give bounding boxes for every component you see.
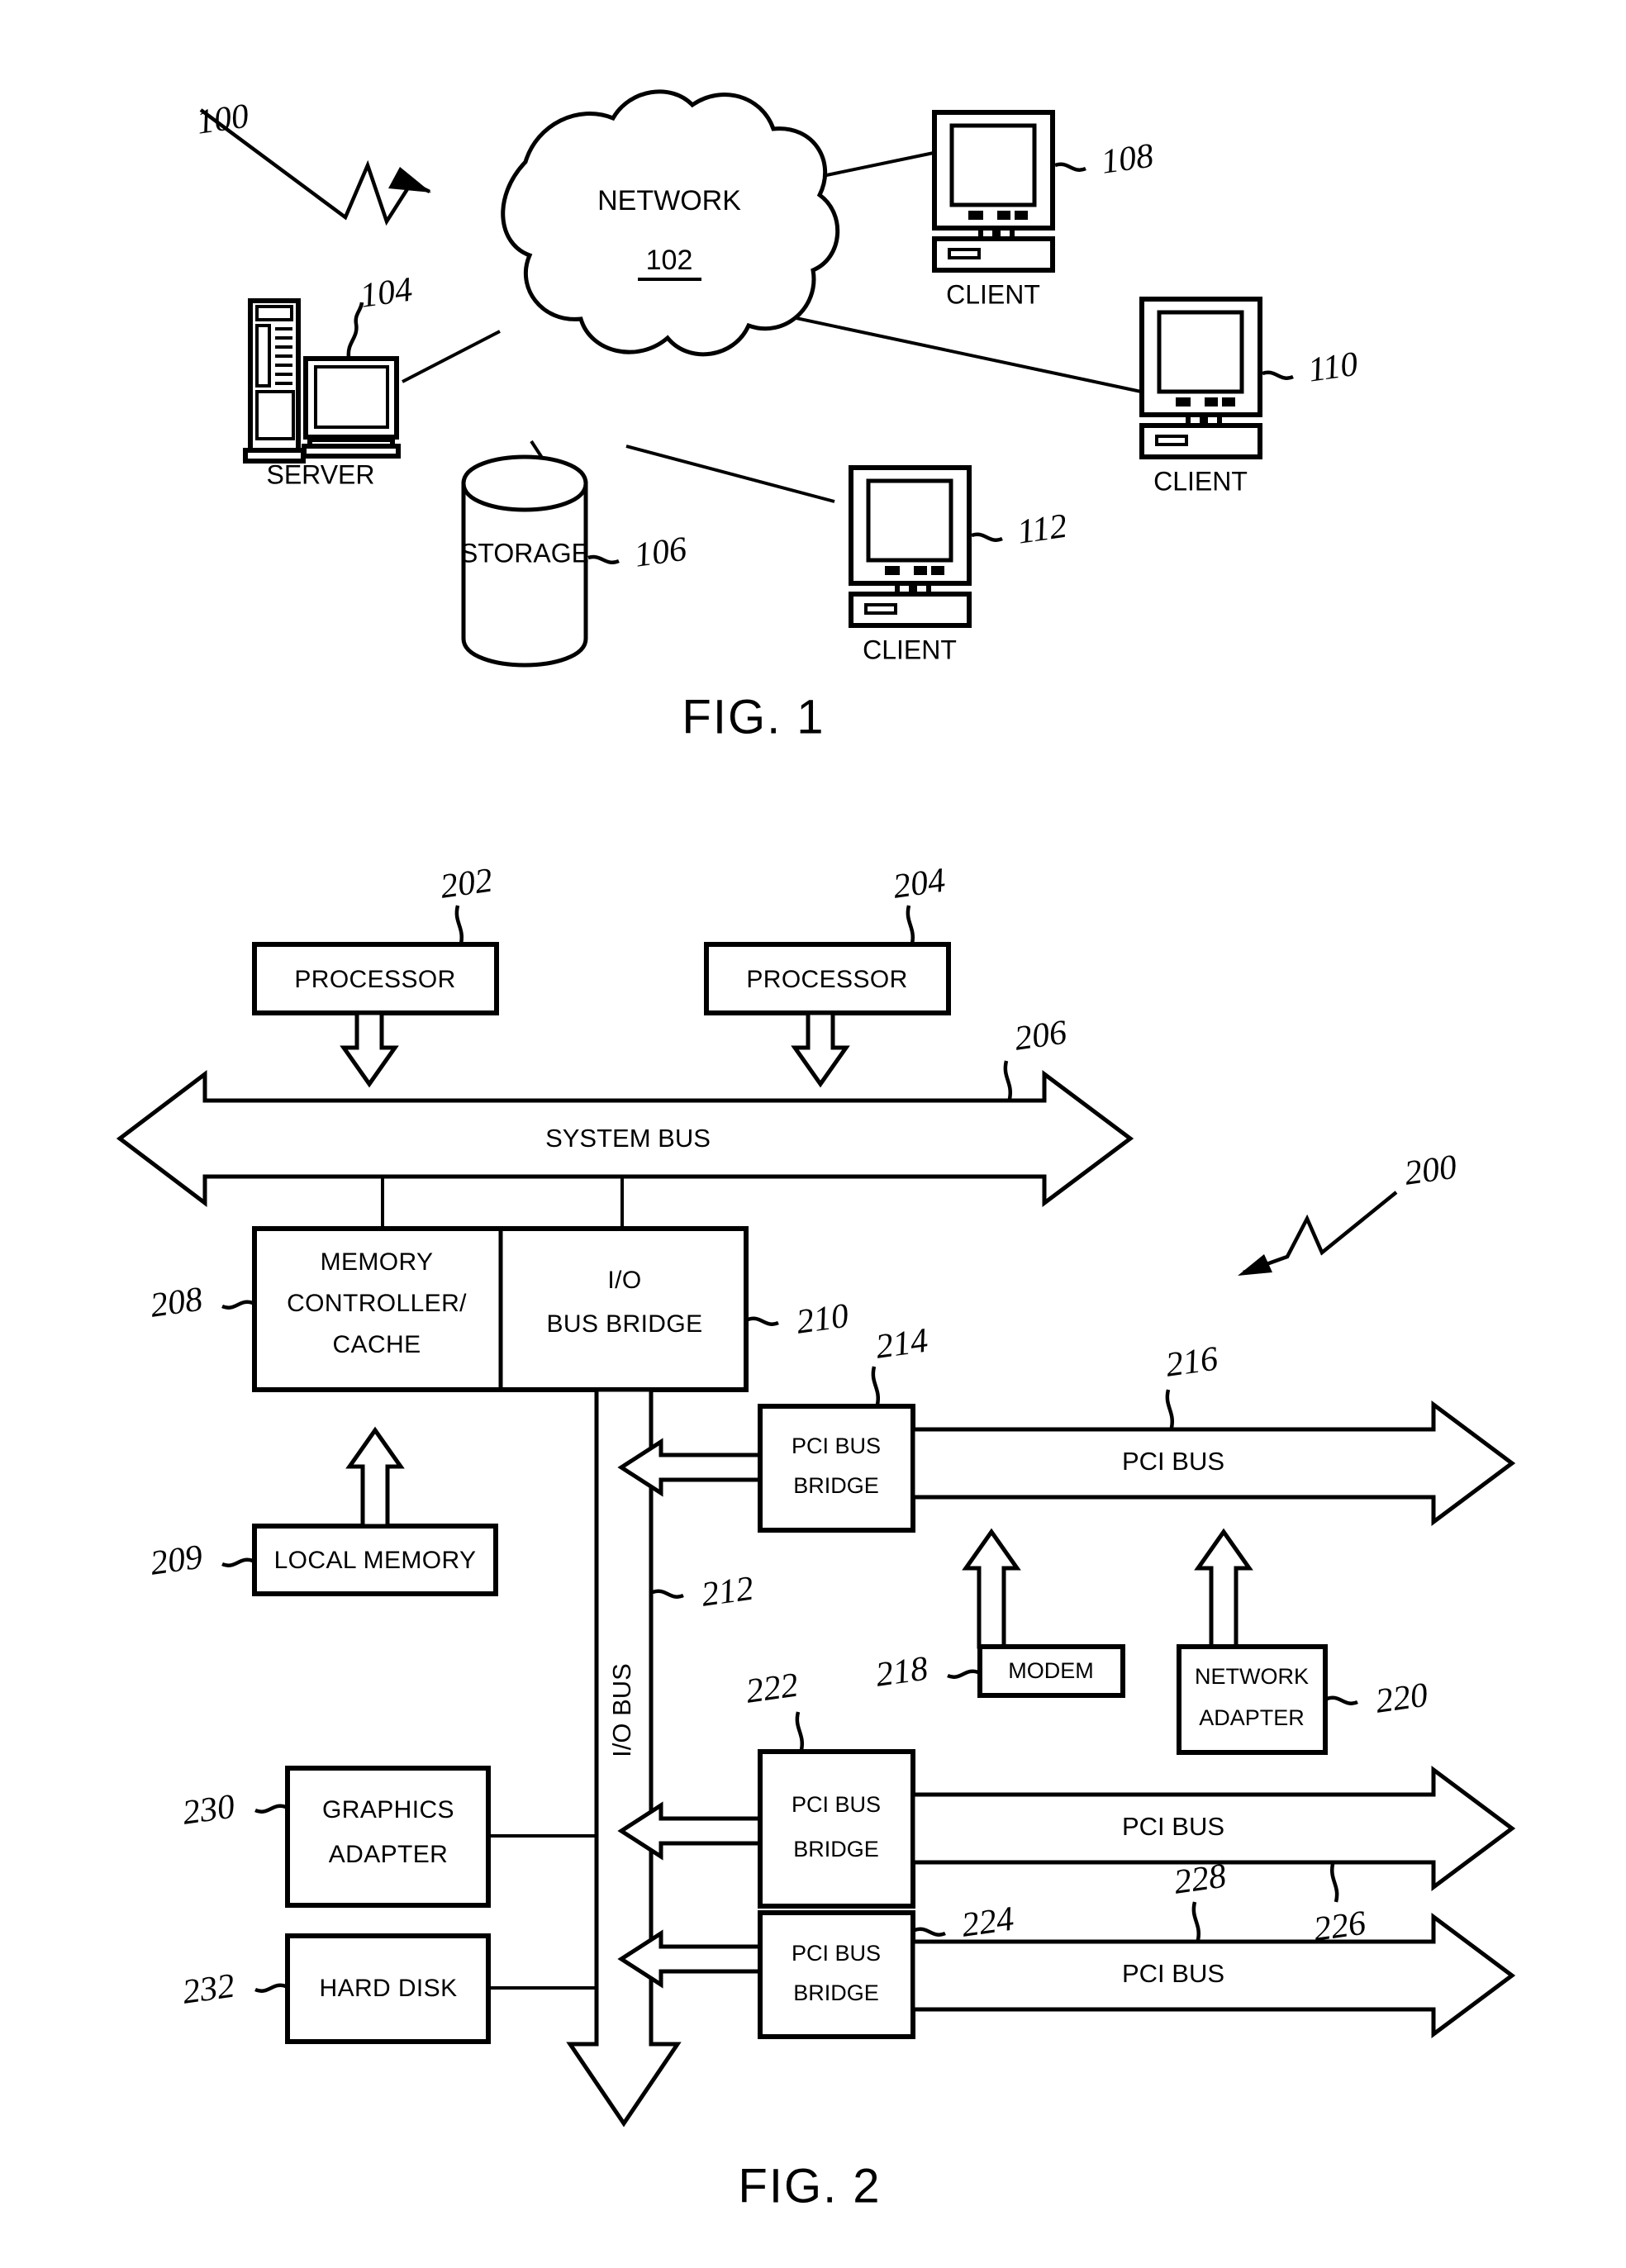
storage-node: STORAGE 106 <box>460 454 689 668</box>
io-bus-bridge-line1: I/O <box>607 1267 641 1294</box>
ref-label-212: 212 <box>699 1570 756 1614</box>
ref-label-208: 208 <box>148 1281 205 1325</box>
local-memory-up-arrow <box>345 1426 405 1529</box>
ref-label-100: 100 <box>194 97 251 142</box>
client-node-112: 112 CLIENT <box>849 465 1070 664</box>
network-adapter-up-arrow <box>1194 1528 1253 1649</box>
ref-200-leader <box>1238 1191 1398 1276</box>
ref-label-222: 222 <box>744 1667 801 1711</box>
ref-label-200: 200 <box>1402 1148 1459 1193</box>
ref-label-230: 230 <box>180 1788 237 1833</box>
processor-2-block: PROCESSOR 204 <box>704 862 951 1088</box>
patent-drawing-sheet: 100 NETWORK 102 104 SERVER STORAGE 106 1… <box>0 0 1626 2268</box>
figure-2-caption: FIG. 2 <box>738 2159 881 2213</box>
system-bus-label: SYSTEM BUS <box>545 1124 711 1153</box>
graphics-adapter-line1: GRAPHICS <box>322 1796 454 1823</box>
ref-label-209: 209 <box>148 1538 205 1583</box>
ref-label-112: 112 <box>1015 507 1070 552</box>
storage-label: STORAGE <box>460 538 589 568</box>
server-label: SERVER <box>266 459 374 489</box>
ref-label-232: 232 <box>180 1967 237 2012</box>
local-memory-label: LOCAL MEMORY <box>274 1547 477 1574</box>
modem-label: MODEM <box>1008 1658 1094 1683</box>
hard-disk-block: HARD DISK 232 <box>180 1933 597 2044</box>
ref-label-220: 220 <box>1373 1676 1430 1721</box>
network-adapter-line2: ADAPTER <box>1199 1705 1305 1730</box>
drawing-canvas: 100 NETWORK 102 104 SERVER STORAGE 106 1… <box>116 89 1516 2213</box>
figure-1-caption: FIG. 1 <box>682 690 825 744</box>
ref-label-108: 108 <box>1099 137 1156 182</box>
io-bus-bridge-line2: BUS BRIDGE <box>546 1310 702 1338</box>
hard-disk-label: HARD DISK <box>320 1975 458 2002</box>
processor-2-bus-arrow <box>791 1010 850 1088</box>
link-server-network <box>402 330 501 383</box>
memory-controller-line3: CACHE <box>332 1331 421 1358</box>
client-110-label: CLIENT <box>1153 466 1248 496</box>
network-cloud: NETWORK 102 <box>501 89 840 357</box>
processor-1-label: PROCESSOR <box>294 966 455 993</box>
pci-bus-2-label: PCI BUS <box>1122 1812 1224 1841</box>
cloud-label-network: NETWORK <box>597 185 741 216</box>
graphics-adapter-block: GRAPHICS ADAPTER 230 <box>180 1766 597 1908</box>
ref-label-110: 110 <box>1306 345 1361 390</box>
server-node: 104 SERVER <box>243 271 415 489</box>
io-bus: I/O BUS 212 <box>566 1387 756 2128</box>
pci-bus-bridge-1-line1: PCI BUS <box>792 1434 881 1458</box>
pci-bus-1-label: PCI BUS <box>1122 1447 1224 1476</box>
processor-1-block: PROCESSOR 202 <box>252 862 499 1088</box>
figure-2: 200 PROCESSOR 202 PROCESSOR 204 SYSTEM B… <box>116 862 1516 2213</box>
processor-1-bus-arrow <box>340 1010 399 1088</box>
ref-label-202: 202 <box>438 862 495 906</box>
ref-label-106: 106 <box>632 530 689 575</box>
memory-controller-line1: MEMORY <box>321 1248 434 1276</box>
pci-bus-bridge-3-line2: BRIDGE <box>793 1980 879 2005</box>
processor-2-label: PROCESSOR <box>746 966 907 993</box>
ref-label-104: 104 <box>358 271 415 316</box>
pci-bus-bridge-1-line2: BRIDGE <box>793 1473 879 1498</box>
modem-up-arrow <box>962 1528 1021 1649</box>
network-adapter-line1: NETWORK <box>1195 1664 1309 1689</box>
memory-controller-io-bridge-group: MEMORY CONTROLLER/ CACHE I/O BUS BRIDGE … <box>148 1226 851 1392</box>
ref-label-214: 214 <box>873 1322 930 1367</box>
ref-label-210: 210 <box>794 1297 851 1342</box>
ref-label-218: 218 <box>873 1650 930 1695</box>
client-112-label: CLIENT <box>863 635 957 664</box>
ref-label-216: 216 <box>1163 1340 1220 1385</box>
figure-1: 100 NETWORK 102 104 SERVER STORAGE 106 1… <box>194 89 1361 744</box>
link-network-client112 <box>625 445 835 503</box>
ref-label-224: 224 <box>959 1900 1016 1945</box>
pci-bus-bridge-2-line2: BRIDGE <box>793 1837 879 1861</box>
local-memory-block: LOCAL MEMORY 209 <box>148 1426 498 1596</box>
system-bus: SYSTEM BUS 206 <box>116 1014 1134 1208</box>
ref-label-228: 228 <box>1172 1857 1229 1902</box>
io-bus-label: I/O BUS <box>607 1663 636 1757</box>
client-node-108: 108 CLIENT <box>932 110 1156 309</box>
memory-controller-line2: CONTROLLER/ <box>287 1290 467 1317</box>
client-108-label: CLIENT <box>946 279 1040 309</box>
ref-label-206: 206 <box>1012 1014 1069 1058</box>
cloud-label-102: 102 <box>646 245 693 276</box>
pci-bus-bridge-2-line1: PCI BUS <box>792 1792 881 1817</box>
pci-row-3: PCI BUS BRIDGE 224 PCI BUS 228 <box>617 1857 1516 2039</box>
ref-label-204: 204 <box>891 862 948 906</box>
pci-bus-bridge-3-line1: PCI BUS <box>792 1941 881 1966</box>
graphics-adapter-line2: ADAPTER <box>329 1841 449 1868</box>
client-node-110: 110 CLIENT <box>1139 297 1361 496</box>
pci-bus-3-label: PCI BUS <box>1122 1959 1224 1988</box>
